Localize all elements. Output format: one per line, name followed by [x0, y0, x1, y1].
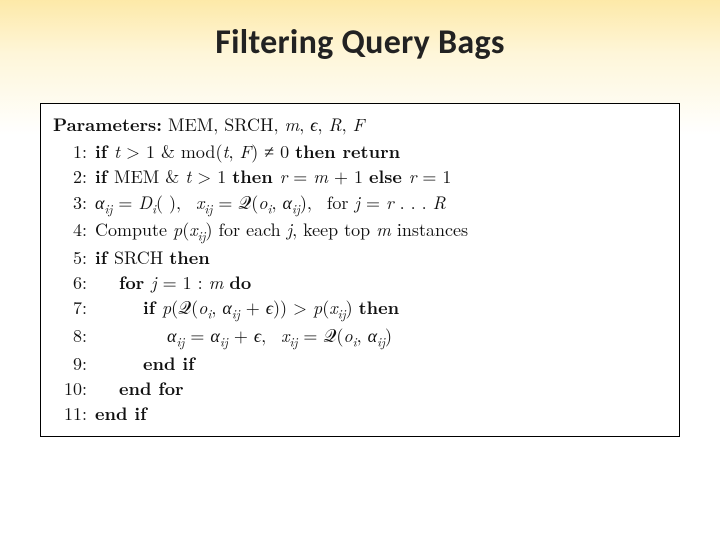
- algo-line-3: 3: αij = Di( ), xij = 𝒬(oi, αij), for j …: [53, 190, 667, 218]
- line-body: if t > 1 & mod(t, F) ≠ 0 then return: [95, 139, 400, 164]
- page-title: Filtering Query Bags: [0, 0, 720, 73]
- line-body: if SRCH then: [95, 245, 210, 270]
- line-body: if p(𝒬(oi, αij + ϵ)) > p(xij) then: [95, 295, 399, 323]
- algo-line-2: 2: if MEM & t > 1 then r = m + 1 else r …: [53, 164, 667, 189]
- line-body: for j = 1 : m do: [95, 270, 251, 295]
- line-number: 8:: [53, 323, 95, 348]
- algo-line-11: 11: end if: [53, 401, 667, 426]
- line-number: 2:: [53, 164, 95, 189]
- slide: Filtering Query Bags Parameters: MEM, SR…: [0, 0, 720, 540]
- line-number: 9:: [53, 351, 95, 376]
- line-number: 10:: [53, 376, 95, 401]
- line-body: αij = Di( ), xij = 𝒬(oi, αij), for j = r…: [95, 190, 446, 218]
- algo-line-1: 1: if t > 1 & mod(t, F) ≠ 0 then return: [53, 139, 667, 164]
- parameters-list: MEM, SRCH, m, ϵ, R, F: [168, 112, 364, 137]
- algo-line-5: 5: if SRCH then: [53, 245, 667, 270]
- line-body: end if: [95, 401, 146, 426]
- algo-line-9: 9: end if: [53, 351, 667, 376]
- line-body: end for: [95, 376, 184, 401]
- algorithm-box: Parameters: MEM, SRCH, m, ϵ, R, F 1: if …: [40, 103, 680, 437]
- algo-line-10: 10: end for: [53, 376, 667, 401]
- line-number: 4:: [53, 217, 95, 242]
- line-body: αij = αij + ϵ, xij = 𝒬(oi, αij): [95, 323, 392, 351]
- line-number: 5:: [53, 245, 95, 270]
- algo-line-7: 7: if p(𝒬(oi, αij + ϵ)) > p(xij) then: [53, 295, 667, 323]
- line-number: 6:: [53, 270, 95, 295]
- parameters-label: Parameters:: [53, 112, 162, 137]
- line-body: end if: [95, 351, 194, 376]
- algo-line-8: 8: αij = αij + ϵ, xij = 𝒬(oi, αij): [53, 323, 667, 351]
- algo-line-6: 6: for j = 1 : m do: [53, 270, 667, 295]
- line-body: Compute p(xij) for each j, keep top m in…: [95, 217, 468, 245]
- line-body: if MEM & t > 1 then r = m + 1 else r = 1: [95, 164, 451, 189]
- parameters-line: Parameters: MEM, SRCH, m, ϵ, R, F: [53, 112, 667, 137]
- algo-line-4: 4: Compute p(xij) for each j, keep top m…: [53, 217, 667, 245]
- line-number: 7:: [53, 295, 95, 320]
- line-number: 1:: [53, 139, 95, 164]
- line-number: 3:: [53, 190, 95, 215]
- line-number: 11:: [53, 401, 95, 426]
